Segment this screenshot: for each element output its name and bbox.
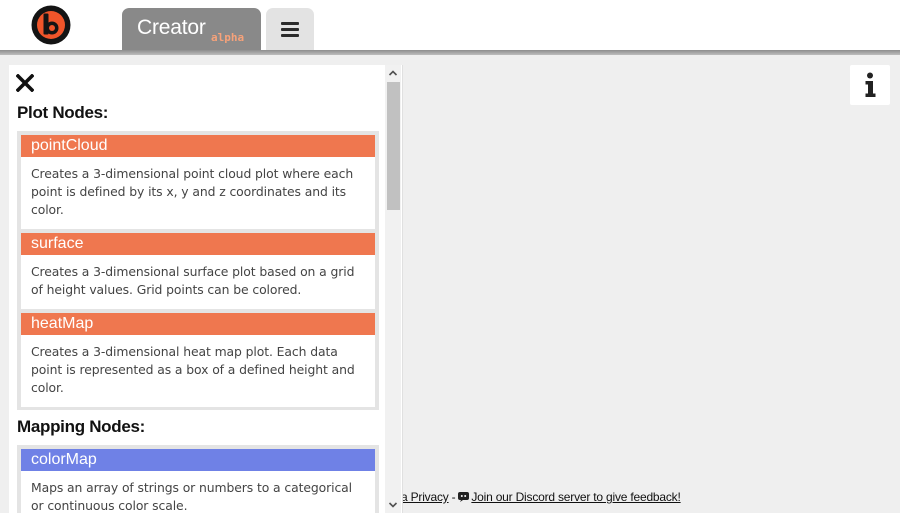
top-bar: Creator alpha bbox=[0, 0, 900, 50]
scroll-up-arrow-icon[interactable] bbox=[385, 65, 401, 82]
section-title-plot-nodes: Plot Nodes: bbox=[17, 103, 109, 122]
menu-button[interactable] bbox=[266, 8, 314, 50]
footer: a Privacy - Join our Discord server to g… bbox=[401, 489, 681, 505]
node-name: pointCloud bbox=[21, 135, 375, 157]
node-name: heatMap bbox=[21, 313, 375, 335]
panel-scrollbar[interactable] bbox=[385, 65, 401, 513]
node-library-panel: Plot Nodes: pointCloud Creates a 3-dimen… bbox=[9, 65, 403, 513]
node-description: Creates a 3-dimensional heat map plot. E… bbox=[21, 335, 375, 407]
node-description: Creates a 3-dimensional surface plot bas… bbox=[21, 255, 375, 309]
discord-link[interactable]: Join our Discord server to give feedback… bbox=[471, 490, 680, 504]
close-icon[interactable] bbox=[16, 74, 34, 92]
info-button[interactable] bbox=[850, 65, 890, 105]
discord-icon bbox=[458, 492, 470, 502]
info-icon bbox=[865, 72, 876, 97]
node-name: surface bbox=[21, 233, 375, 255]
node-description: Maps an array of strings or numbers to a… bbox=[21, 471, 375, 513]
node-card-colormap[interactable]: colorMap Maps an array of strings or num… bbox=[17, 445, 379, 513]
node-card-pointcloud[interactable]: pointCloud Creates a 3-dimensional point… bbox=[17, 131, 379, 232]
node-card-surface[interactable]: surface Creates a 3-dimensional surface … bbox=[17, 229, 379, 312]
scroll-down-arrow-icon[interactable] bbox=[385, 496, 401, 513]
node-card-heatmap[interactable]: heatMap Creates a 3-dimensional heat map… bbox=[17, 309, 379, 410]
scroll-thumb[interactable] bbox=[387, 82, 400, 210]
app-title: Creator bbox=[137, 16, 206, 39]
header-divider bbox=[0, 50, 900, 55]
alpha-badge: alpha bbox=[211, 31, 245, 44]
brand-logo[interactable] bbox=[31, 5, 71, 45]
section-title-mapping-nodes: Mapping Nodes: bbox=[17, 417, 146, 436]
privacy-link[interactable]: a Privacy bbox=[401, 490, 449, 504]
footer-separator: - bbox=[451, 490, 456, 504]
tab-creator[interactable]: Creator alpha bbox=[122, 8, 261, 50]
node-name: colorMap bbox=[21, 449, 375, 471]
node-description: Creates a 3-dimensional point cloud plot… bbox=[21, 157, 375, 229]
